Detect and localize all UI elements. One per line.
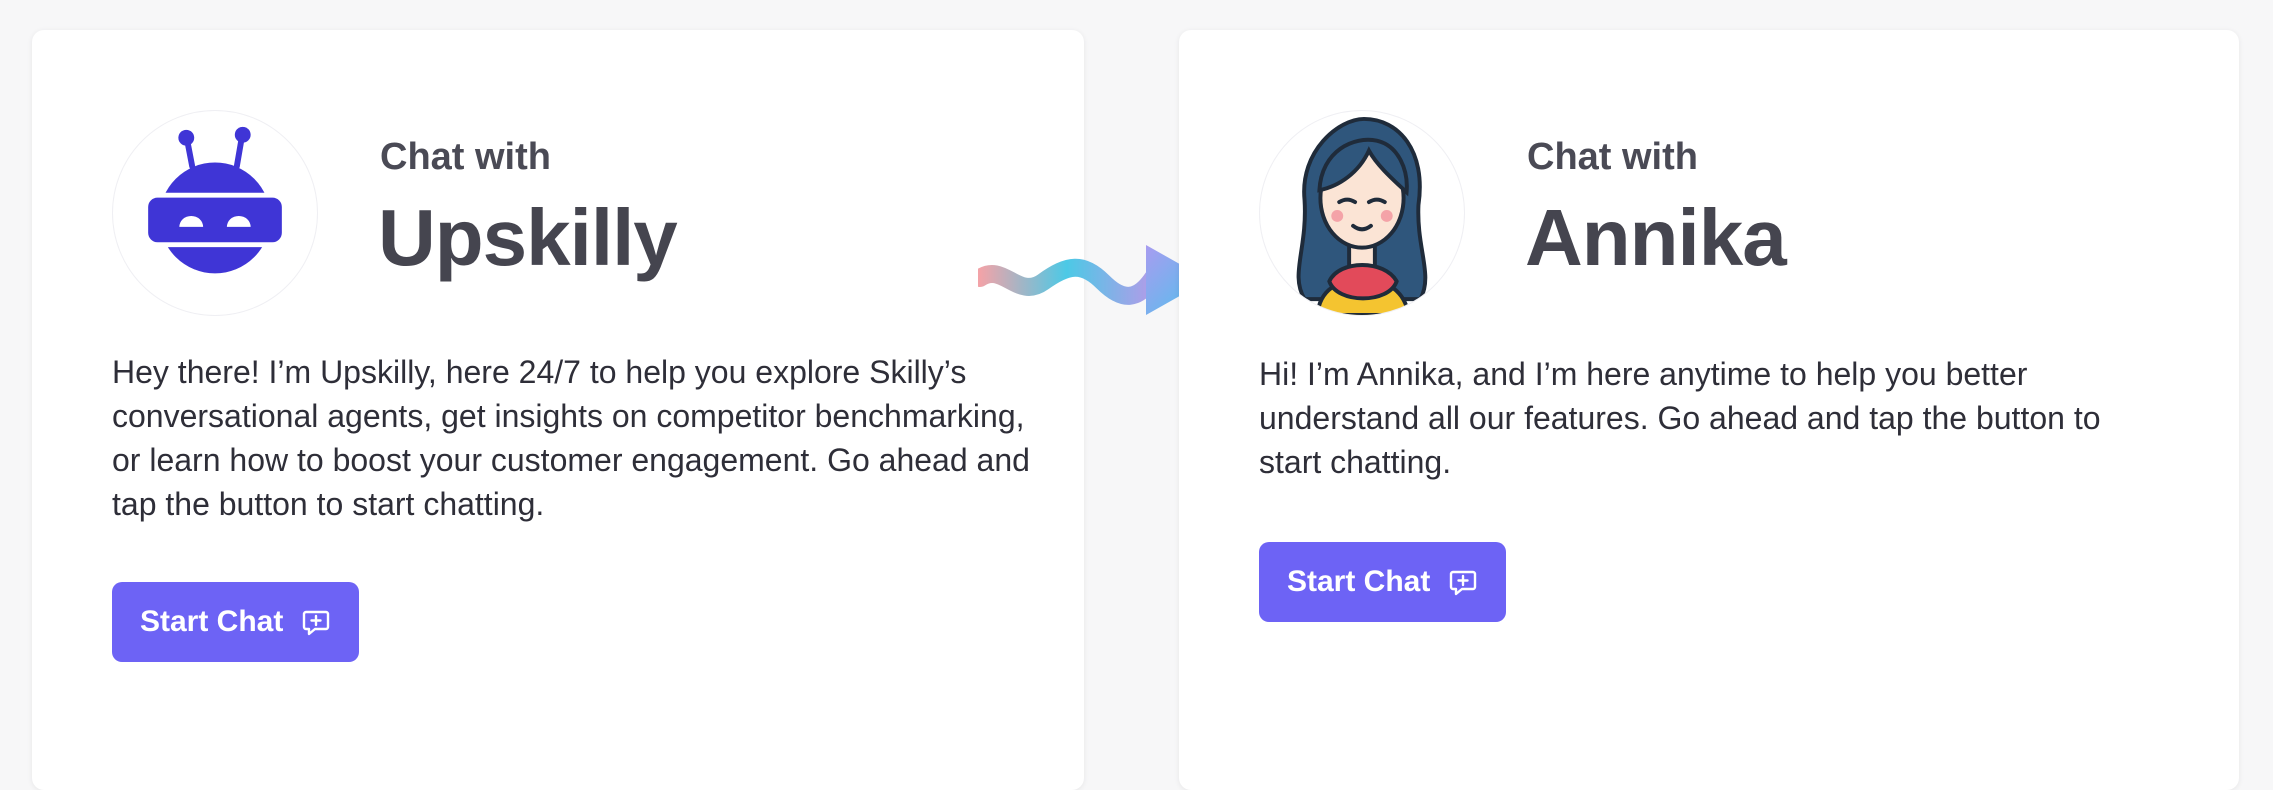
- upskilly-card: Chat with Upskilly Hey there! I’m Upskil…: [32, 30, 1084, 790]
- chat-plus-icon: [1448, 567, 1478, 597]
- start-chat-button[interactable]: Start Chat: [1259, 542, 1507, 622]
- robot-icon: [143, 126, 287, 274]
- robot-avatar: [112, 110, 318, 316]
- chat-plus-icon: [301, 607, 331, 637]
- agent-description: Hi! I’m Annika, and I’m here anytime to …: [1259, 356, 2101, 480]
- woman-icon: [1296, 116, 1428, 315]
- agent-name: Upskilly: [378, 193, 678, 282]
- woman-avatar: [1259, 110, 1465, 316]
- start-chat-label: Start Chat: [1287, 565, 1431, 598]
- agent-name: Annika: [1525, 193, 1787, 282]
- annika-card: Chat with Annika Hi! I’m Annika, and I’m…: [1179, 30, 2239, 790]
- chat-with-label: Chat with: [1527, 136, 1698, 178]
- chat-with-label: Chat with: [380, 136, 551, 178]
- start-chat-button[interactable]: Start Chat: [112, 582, 360, 662]
- wavy-arrow-right-icon: [978, 245, 1208, 315]
- start-chat-label: Start Chat: [140, 605, 284, 638]
- agent-description: Hey there! I’m Upskilly, here 24/7 to he…: [112, 354, 1030, 522]
